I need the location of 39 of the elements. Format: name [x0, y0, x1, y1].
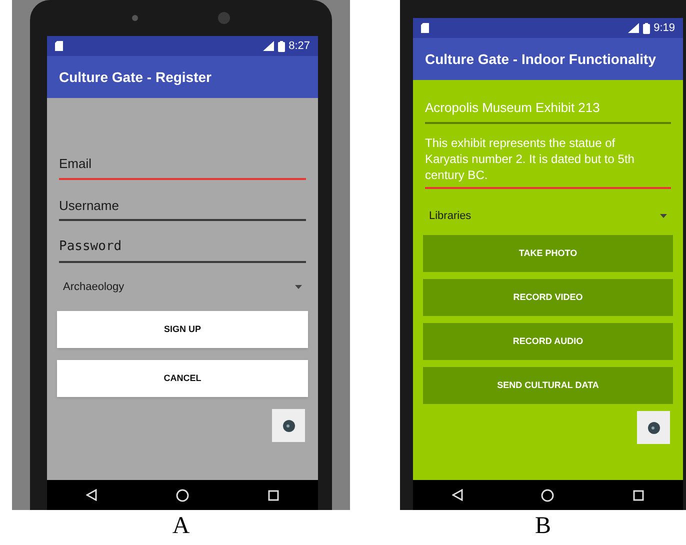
description-field[interactable]: This exhibit represents the statue of Karyatis number 2. It is dated but to 5th century BC. [425, 130, 671, 188]
floating-action-button[interactable] [272, 409, 305, 442]
back-icon[interactable] [86, 489, 98, 501]
dropdown[interactable]: Libraries [413, 204, 683, 228]
panel-caption: A [172, 512, 190, 541]
status-time: 9:19 [654, 20, 675, 36]
back-icon[interactable] [452, 489, 464, 501]
dropdown[interactable]: Archaeology [47, 274, 318, 299]
recents-icon[interactable] [632, 490, 644, 500]
recents-icon[interactable] [268, 490, 279, 500]
circle-icon [648, 422, 660, 434]
camera-icon [132, 15, 138, 21]
panel-caption: B [534, 512, 551, 541]
sd-card-icon [421, 23, 429, 33]
signal-icon [628, 23, 639, 33]
signal-icon [262, 41, 274, 51]
action-button[interactable]: CANCEL [57, 360, 308, 397]
action-button[interactable]: RECORD AUDIO [423, 323, 673, 360]
status-time: 8:27 [288, 38, 310, 54]
input-field[interactable]: Acropolis Museum Exhibit 213 [425, 94, 671, 124]
input-field[interactable]: Password [59, 233, 306, 262]
dropdown-arrow-icon [660, 214, 667, 218]
floating-action-button[interactable] [637, 411, 670, 444]
action-button[interactable]: TAKE PHOTO [423, 235, 673, 272]
action-button[interactable]: RECORD VIDEO [423, 279, 673, 316]
app-title: Culture Gate - Indoor Functionality [425, 50, 656, 69]
home-icon[interactable] [541, 488, 554, 502]
action-button[interactable]: SIGN UP [57, 311, 308, 348]
home-icon[interactable] [176, 488, 189, 502]
dropdown-arrow-icon [295, 284, 302, 289]
speaker-icon [218, 12, 230, 24]
input-field[interactable]: Email [59, 150, 306, 180]
action-button[interactable]: SEND CULTURAL DATA [423, 367, 673, 404]
app-title: Culture Gate - Register [59, 68, 212, 87]
sd-card-icon [55, 41, 63, 51]
battery-icon [642, 22, 650, 34]
circle-icon [282, 420, 294, 432]
input-field[interactable]: Username [59, 192, 306, 221]
battery-icon [278, 40, 285, 52]
